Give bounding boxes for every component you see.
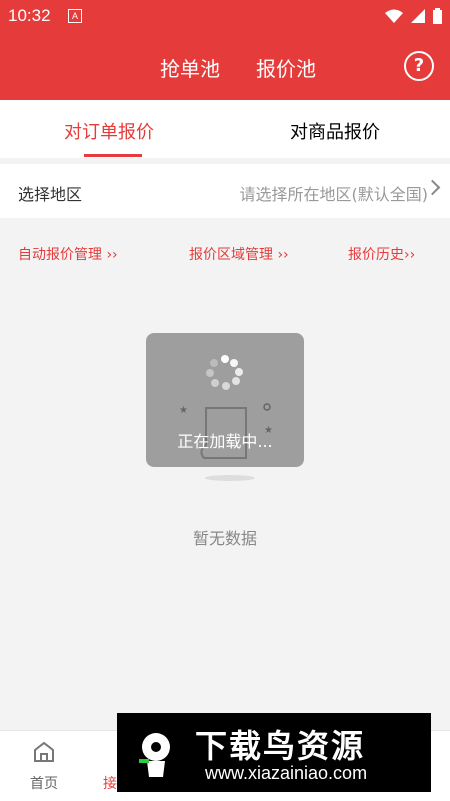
quote-history-link[interactable]: 报价历史››: [348, 244, 415, 264]
tab-quote-pool[interactable]: 报价池: [256, 53, 316, 82]
loading-overlay: ★ ★ 正在加载中...: [146, 333, 304, 467]
watermark-title: 下载鸟资源: [195, 727, 366, 765]
notification-a-icon: A: [68, 9, 82, 23]
tab-order-quote[interactable]: 对订单报价: [64, 118, 154, 144]
region-label: 选择地区: [18, 185, 83, 204]
watermark-url: www.xiazainiao.com: [205, 763, 368, 783]
tab-grab-order-pool[interactable]: 抢单池: [160, 53, 220, 82]
home-icon[interactable]: [33, 741, 55, 763]
nav-second-label[interactable]: 接: [103, 773, 117, 793]
signal-icon: [411, 9, 425, 23]
quote-area-management-link[interactable]: 报价区域管理 ››: [189, 244, 289, 264]
loading-text: 正在加载中...: [177, 432, 273, 451]
app-header: 抢单池 报价池 ?: [0, 33, 450, 100]
help-icon[interactable]: ?: [404, 51, 434, 81]
empty-illustration-shadow: [205, 475, 255, 481]
svg-text:★: ★: [179, 405, 188, 416]
empty-state-text: 暂无数据: [192, 529, 257, 548]
quote-tabs: 对订单报价 对商品报价: [0, 100, 450, 158]
tab-product-quote[interactable]: 对商品报价: [290, 118, 380, 144]
status-bar: 10:32 A: [0, 0, 450, 33]
status-time: 10:32: [8, 6, 51, 25]
status-icons: [385, 8, 442, 24]
bird-logo-icon: [139, 733, 170, 777]
region-value[interactable]: 请选择所在地区(默认全国): [240, 181, 429, 205]
wifi-icon: [385, 9, 403, 23]
active-tab-indicator: [84, 154, 142, 157]
battery-icon: [433, 8, 442, 24]
auto-quote-management-link[interactable]: 自动报价管理 ››: [18, 244, 118, 264]
watermark-banner: 下载鸟资源 www.xiazainiao.com: [117, 713, 431, 792]
region-selector[interactable]: 选择地区 请选择所在地区(默认全国): [0, 164, 450, 218]
nav-home-label[interactable]: 首页: [30, 773, 58, 793]
